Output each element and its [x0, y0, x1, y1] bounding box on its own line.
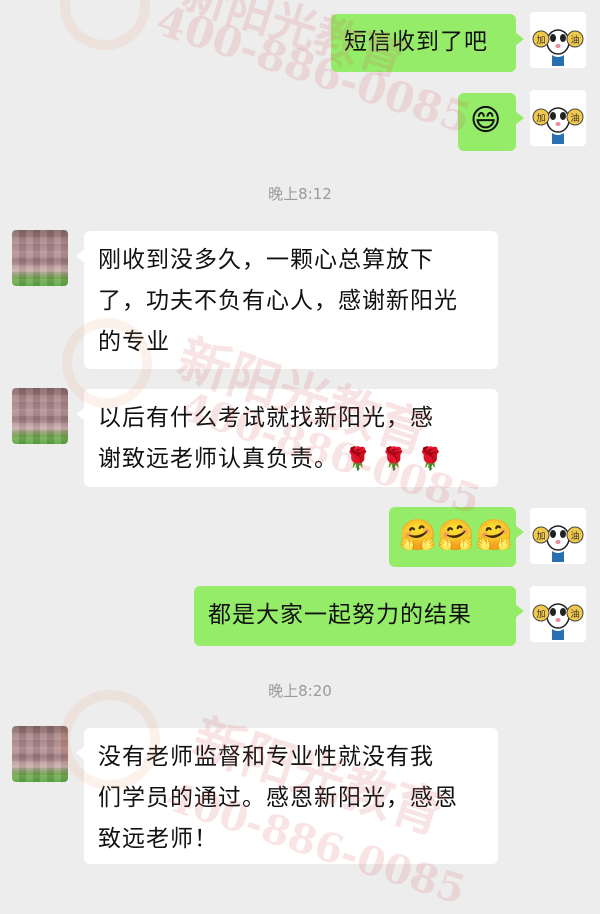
my-avatar[interactable]: 加 油: [530, 12, 586, 68]
grin-emoji-icon: 😄: [470, 103, 503, 138]
message-line: 谢致远老师认真负责。 🌹 🌹 🌹: [98, 446, 446, 472]
message-bubble-sent[interactable]: 😄: [458, 93, 524, 151]
message-bubble-sent[interactable]: 都是大家一起努力的结果: [194, 586, 524, 646]
message-bubble-sent[interactable]: 短信收到了吧: [331, 14, 524, 72]
svg-text:油: 油: [570, 112, 579, 124]
rose-emoji-icon: 🌹 🌹 🌹: [344, 447, 446, 472]
chat-window: 短信收到了吧 加 油 😄 加 油 晚上8:12 刚收到没多久，一颗心总算放下 了…: [0, 0, 600, 914]
svg-text:加: 加: [536, 609, 545, 620]
message-line: 的专业: [98, 329, 170, 355]
contact-avatar[interactable]: [12, 388, 68, 444]
message-bubble-received[interactable]: 刚收到没多久，一颗心总算放下 了，功夫不负有心人，感谢新阳光 的专业: [76, 231, 498, 369]
my-avatar[interactable]: 加 油: [530, 508, 586, 564]
my-avatar[interactable]: 加 油: [530, 586, 586, 642]
message-bubble-received[interactable]: 没有老师监督和专业性就没有我 们学员的通过。感恩新阳光，感恩 致远老师！: [76, 728, 498, 864]
message-line: 以后有什么考试就找新阳光，感: [98, 405, 434, 431]
svg-text:加: 加: [536, 35, 545, 46]
timestamp: 晚上8:12: [268, 185, 332, 203]
contact-avatar[interactable]: [12, 726, 68, 782]
panda-avatar-icon: 加 油: [530, 586, 586, 642]
svg-text:油: 油: [570, 608, 579, 620]
message-line: 刚收到没多久，一颗心总算放下: [98, 247, 434, 273]
contact-avatar[interactable]: [12, 230, 68, 286]
panda-avatar-icon: 加 油: [530, 90, 586, 146]
hugging-emoji-icon: 🤗🤗🤗: [399, 518, 515, 553]
message-line: 没有老师监督和专业性就没有我: [98, 744, 434, 770]
message-text: 都是大家一起努力的结果: [208, 602, 472, 628]
watermark-logo-circle: [60, 0, 150, 50]
message-line: 致远老师！: [98, 826, 218, 852]
svg-text:加: 加: [536, 113, 545, 124]
message-bubble-sent[interactable]: 🤗🤗🤗: [389, 507, 524, 567]
message-text: 短信收到了吧: [344, 29, 488, 55]
message-line: 了，功夫不负有心人，感谢新阳光: [98, 288, 458, 314]
my-avatar[interactable]: 加 油: [530, 90, 586, 146]
message-bubble-received[interactable]: 以后有什么考试就找新阳光，感 谢致远老师认真负责。 🌹 🌹 🌹: [76, 389, 498, 487]
message-line: 们学员的通过。感恩新阳光，感恩: [98, 785, 458, 811]
panda-avatar-icon: 加 油: [530, 508, 586, 564]
svg-text:油: 油: [570, 530, 579, 542]
panda-avatar-icon: 加 油: [530, 12, 586, 68]
svg-text:油: 油: [570, 34, 579, 46]
svg-text:加: 加: [536, 531, 545, 542]
timestamp: 晚上8:20: [268, 682, 332, 700]
